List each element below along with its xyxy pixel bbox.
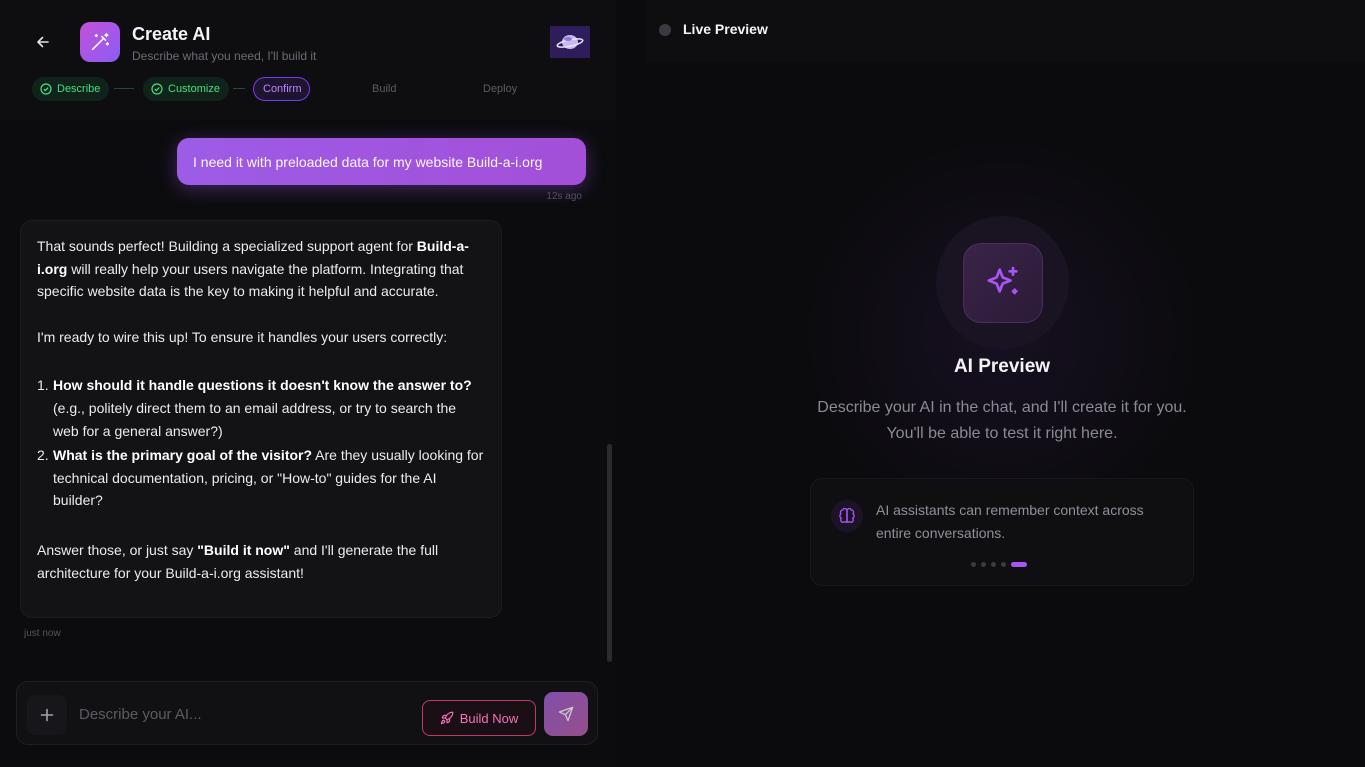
- chat-scrollbar[interactable]: [607, 444, 612, 662]
- send-button[interactable]: [544, 692, 588, 736]
- tip-card: AI assistants can remember context acros…: [810, 478, 1194, 586]
- chat-header: Create AI Describe what you need, I'll b…: [0, 0, 616, 120]
- list-item: 1. How should it handle questions it does…: [37, 374, 485, 442]
- message-composer: Build Now: [16, 681, 598, 745]
- list-item: 2. What is the primary goal of the visito…: [37, 444, 485, 512]
- ai-bold-text: How should it handle questions it doesn'…: [53, 377, 472, 394]
- page-title: Create AI: [132, 24, 211, 44]
- tip-text: AI assistants can remember context acros…: [876, 502, 1144, 541]
- list-number: 1.: [37, 377, 49, 394]
- preview-header: Live Preview: [646, 0, 1365, 62]
- check-circle-icon: [40, 83, 52, 95]
- step-deploy: Deploy: [475, 77, 525, 101]
- tip-dot-active[interactable]: [1011, 561, 1027, 567]
- tip-dot[interactable]: [981, 561, 986, 567]
- send-icon: [558, 706, 574, 722]
- attach-button[interactable]: [27, 695, 67, 735]
- user-message: I need it with preloaded data for my web…: [177, 138, 586, 185]
- ai-paragraph: That sounds perfect! Building a speciali…: [37, 235, 485, 303]
- ai-message: That sounds perfect! Building a speciali…: [20, 220, 502, 618]
- step-label: Describe: [57, 83, 101, 95]
- magic-wand-icon: [91, 32, 110, 51]
- ai-message-time: just now: [24, 628, 61, 639]
- check-circle-icon: [151, 83, 163, 95]
- step-label: Deploy: [483, 83, 518, 95]
- preview-header-label: Live Preview: [683, 21, 768, 37]
- preview-panel: Live Preview AI Preview Describe your AI…: [616, 0, 1365, 767]
- preview-title: AI Preview: [953, 356, 1051, 377]
- ai-text: That sounds perfect! Building a speciali…: [37, 238, 417, 254]
- list-number: 2.: [37, 447, 49, 464]
- step-label: Build: [372, 83, 397, 95]
- step-customize[interactable]: Customize: [143, 77, 229, 101]
- preview-orb: [936, 216, 1069, 349]
- ai-paragraph: I'm ready to wire this up! To ensure it …: [37, 328, 448, 345]
- step-label: Confirm: [263, 83, 302, 95]
- step-connector: [114, 88, 134, 89]
- step-connector: [233, 88, 245, 89]
- sparkles-icon: [987, 266, 1018, 294]
- planet-icon: [556, 35, 584, 49]
- tip-dot[interactable]: [991, 561, 996, 567]
- arrow-left-icon: [37, 36, 49, 48]
- page-subtitle: Describe what you need, I'll build it: [132, 49, 317, 63]
- tip-icon-wrap: [831, 500, 863, 532]
- user-message-time: 12s ago: [546, 191, 582, 202]
- ai-bold-text: "Build it now": [197, 541, 290, 558]
- chat-messages: I need it with preloaded data for my web…: [0, 120, 616, 662]
- step-build: Build: [364, 77, 404, 101]
- tip-dot[interactable]: [971, 561, 976, 567]
- step-label: Customize: [168, 83, 220, 95]
- chat-panel: Create AI Describe what you need, I'll b…: [0, 0, 616, 767]
- ai-paragraph: Answer those, or just say "Build it now"…: [37, 539, 485, 584]
- ai-text: (e.g., politely direct them to an email …: [53, 399, 457, 439]
- build-now-label: Build Now: [459, 710, 519, 726]
- ai-text: Answer those, or just say: [37, 541, 198, 558]
- ai-bold-text: What is the primary goal of the visitor?: [53, 447, 313, 464]
- message-input[interactable]: [79, 702, 399, 726]
- tip-pagination: [971, 561, 1027, 567]
- back-button[interactable]: [32, 31, 54, 53]
- app-root: Create AI Describe what you need, I'll b…: [0, 0, 1365, 767]
- ai-question-list: 1. How should it handle questions it does…: [37, 374, 485, 512]
- plus-icon: [40, 708, 54, 722]
- rocket-icon: [440, 711, 454, 725]
- brain-icon: [839, 507, 855, 523]
- preview-description: Describe your AI in the chat, and I'll c…: [817, 399, 1187, 442]
- status-dot: [659, 24, 671, 36]
- avatar[interactable]: [550, 26, 590, 58]
- step-confirm[interactable]: Confirm: [253, 77, 310, 101]
- step-describe[interactable]: Describe: [32, 77, 109, 101]
- build-now-button[interactable]: Build Now: [422, 700, 536, 736]
- app-logo: [80, 22, 120, 62]
- preview-icon-tile: [962, 242, 1043, 323]
- ai-text: will really help your users navigate the…: [37, 260, 464, 300]
- tip-dot[interactable]: [1001, 561, 1006, 567]
